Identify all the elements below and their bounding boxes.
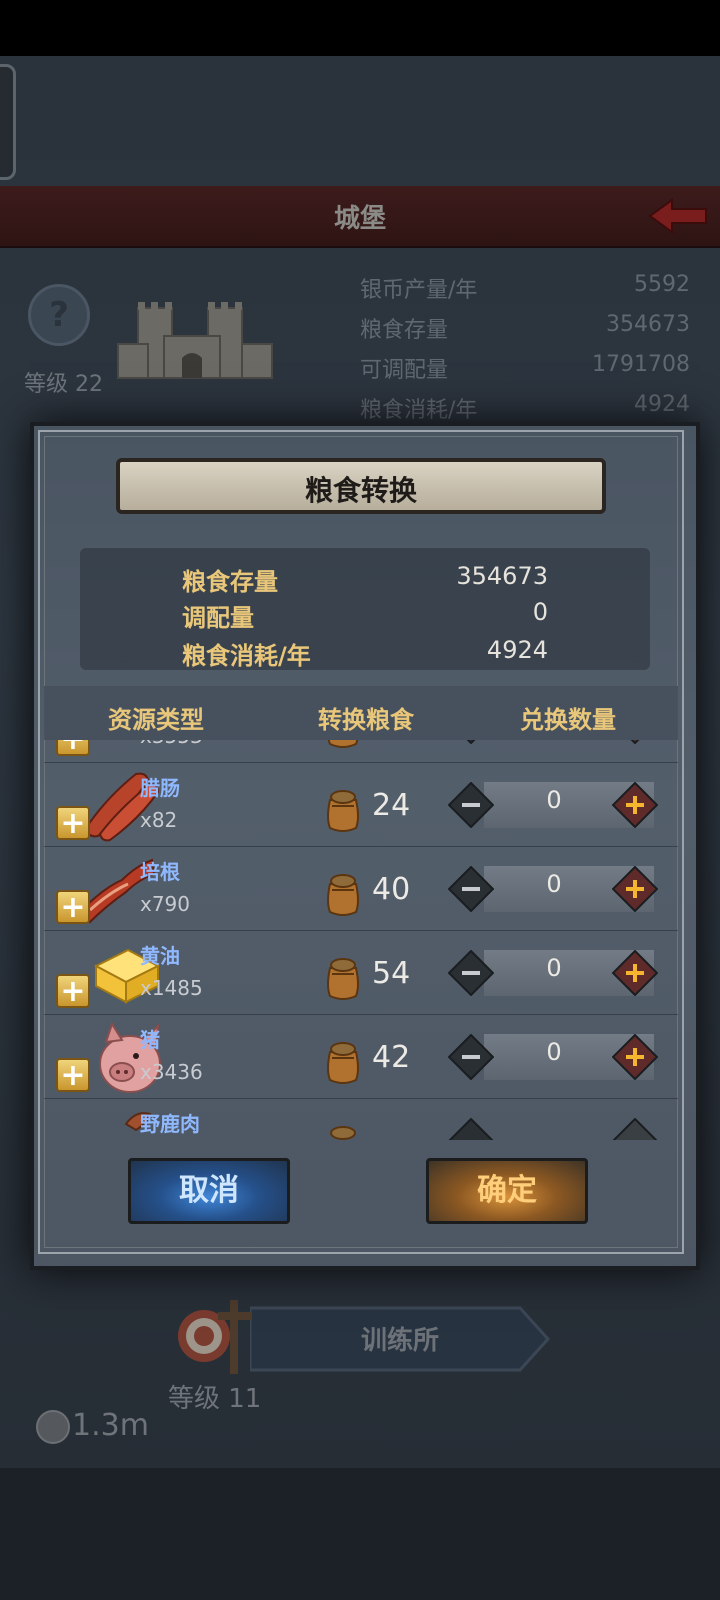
stat-label: 粮食消耗/年 <box>360 398 478 423</box>
info-value-allocation: 0 <box>532 598 548 626</box>
quantity-value: 0 <box>546 786 562 814</box>
info-label-allocation: 调配量 <box>182 604 254 632</box>
castle-icon <box>117 302 273 379</box>
column-resource-type: 资源类型 <box>108 706 204 734</box>
item-count: x82 <box>140 808 178 832</box>
help-icon[interactable]: ? <box>28 284 90 346</box>
grain-sack-icon <box>327 874 359 916</box>
training-level: 等级 11 <box>168 1384 262 1414</box>
status-bar <box>0 0 720 56</box>
grain-value: 54 <box>372 956 411 991</box>
stat-value: 1791708 <box>592 352 690 377</box>
cancel-button[interactable]: 取消 <box>128 1158 290 1224</box>
add-resource-button[interactable]: + <box>56 806 90 840</box>
increase-button[interactable] <box>612 782 658 828</box>
resource-list[interactable]: + x3553 + 腊肠 x82 24 <box>44 740 678 1140</box>
add-resource-button[interactable]: + <box>56 1058 90 1092</box>
item-name: 黄油 <box>140 944 180 968</box>
increase-button[interactable] <box>612 866 658 912</box>
coin-icon <box>36 1410 70 1444</box>
list-item: + 培根 x790 40 0 <box>44 846 678 931</box>
info-panel <box>80 548 650 670</box>
info-value-stock: 354673 <box>456 562 548 590</box>
decrease-button[interactable] <box>448 866 494 912</box>
grain-sack-icon <box>327 958 359 1000</box>
decrease-button[interactable] <box>448 950 494 996</box>
item-name: 腊肠 <box>140 776 180 800</box>
grain-value: 24 <box>372 788 411 823</box>
stat-label: 可调配量 <box>360 358 449 383</box>
column-grain: 转换粮食 <box>318 706 414 734</box>
item-count: x790 <box>140 892 191 916</box>
stat-value: 5592 <box>634 272 690 297</box>
list-item: + 腊肠 x82 24 0 <box>44 762 678 847</box>
decrease-button[interactable] <box>448 782 494 828</box>
list-item: + x3553 <box>44 740 678 763</box>
background-bottom <box>0 1468 720 1600</box>
increase-button[interactable] <box>612 950 658 996</box>
decrease-button[interactable] <box>448 1034 494 1080</box>
info-label-stock: 粮食存量 <box>182 568 278 596</box>
increase-button[interactable] <box>612 1034 658 1080</box>
target-icon <box>178 1300 252 1374</box>
list-item: + 猪 x3436 42 0 <box>44 1014 678 1099</box>
increase-button[interactable] <box>612 740 658 744</box>
grain-value: 40 <box>372 872 411 907</box>
dialog-title: 粮食转换 <box>304 474 417 507</box>
increase-button[interactable] <box>612 1118 658 1140</box>
decrease-button[interactable] <box>448 1118 494 1140</box>
grain-sack-icon <box>327 1042 359 1084</box>
column-quantity: 兑换数量 <box>520 706 616 734</box>
add-resource-button[interactable]: + <box>56 740 90 756</box>
item-name: 培根 <box>140 860 180 884</box>
list-item: 野鹿肉 <box>44 1098 678 1140</box>
grain-sack-icon <box>330 1126 356 1140</box>
quantity-value: 0 <box>546 870 562 898</box>
grain-sack-icon <box>327 790 359 832</box>
item-count: x1485 <box>140 976 203 1000</box>
list-item: + 黄油 x1485 54 0 <box>44 930 678 1015</box>
back-arrow-icon[interactable] <box>648 198 708 234</box>
stat-label: 银币产量/年 <box>360 278 478 303</box>
training-label: 训练所 <box>360 1326 439 1356</box>
grain-sack-icon <box>327 740 359 748</box>
item-name: 野鹿肉 <box>140 1112 200 1136</box>
castle-title: 城堡 <box>333 204 386 234</box>
item-name: 猪 <box>140 1028 160 1052</box>
decrease-button[interactable] <box>448 740 494 744</box>
info-label-consumption: 粮食消耗/年 <box>182 642 311 670</box>
grain-value: 42 <box>372 1040 411 1075</box>
stat-label: 粮食存量 <box>360 318 449 343</box>
item-count: x3553 <box>140 740 203 748</box>
castle-level: 等级 22 <box>24 372 103 397</box>
stat-value: 354673 <box>606 312 690 337</box>
stat-value: 4924 <box>634 392 690 417</box>
add-resource-button[interactable]: + <box>56 974 90 1008</box>
quantity-value: 0 <box>546 1038 562 1066</box>
quantity-value: 0 <box>546 954 562 982</box>
add-resource-button[interactable]: + <box>56 890 90 924</box>
confirm-button[interactable]: 确定 <box>426 1158 588 1224</box>
coin-amount: 1.3m <box>72 1408 149 1443</box>
item-count: x3436 <box>140 1060 203 1084</box>
side-tab[interactable] <box>0 64 16 180</box>
info-value-consumption: 4924 <box>486 636 548 664</box>
